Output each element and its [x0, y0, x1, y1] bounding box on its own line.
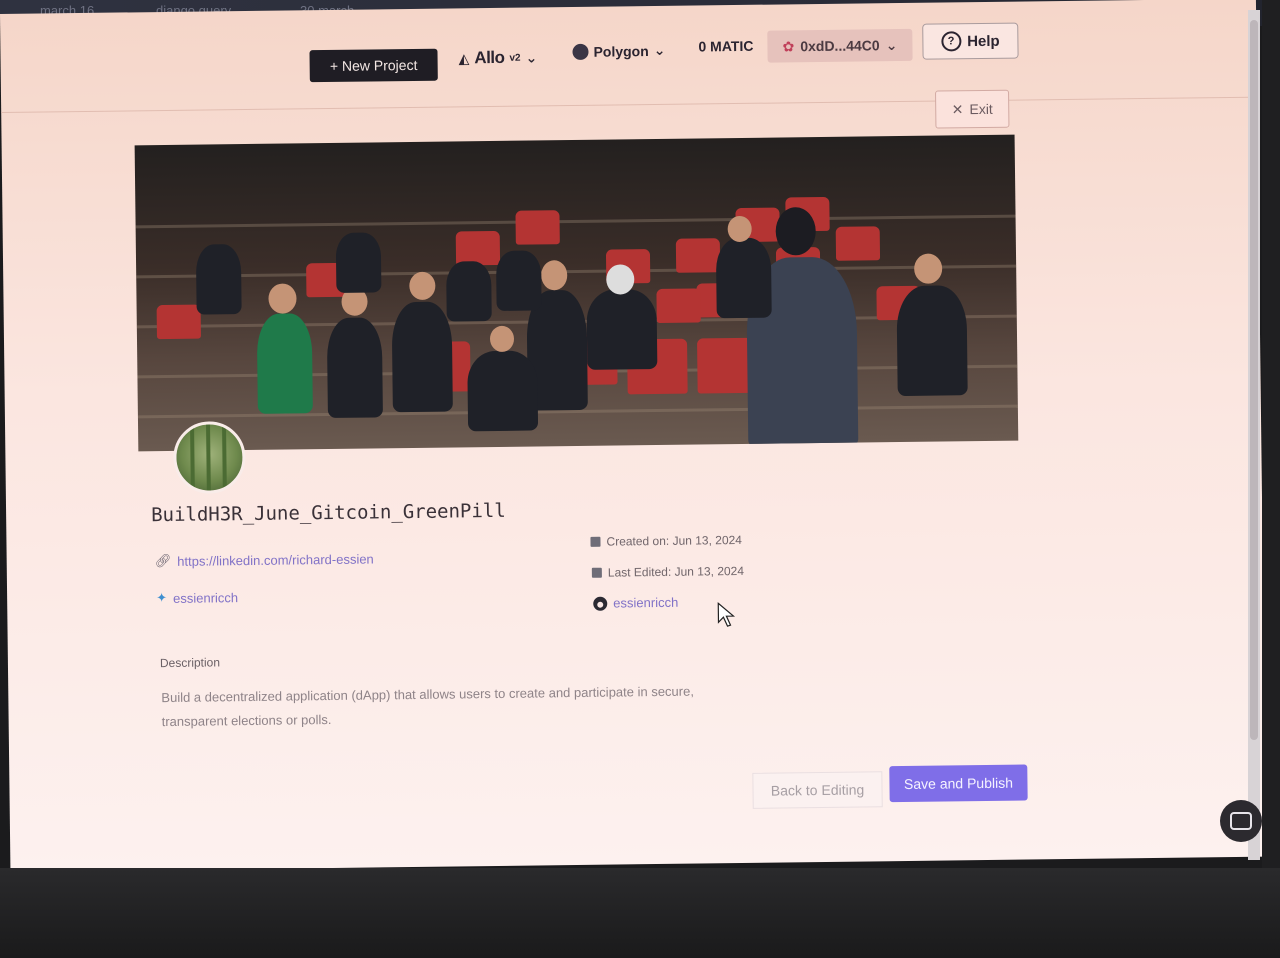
calendar-icon [590, 536, 601, 547]
exit-button[interactable]: ✕ Exit [935, 89, 1010, 129]
vertical-scrollbar[interactable] [1248, 10, 1260, 860]
edited-text: Last Edited: Jun 13, 2024 [607, 563, 745, 580]
twitter-icon: ✦ [156, 590, 168, 606]
back-label: Back to Editing [770, 781, 865, 799]
monitor-bezel-right [1262, 0, 1280, 880]
wallet-avatar-icon: ✿ [782, 37, 795, 54]
website-link[interactable]: 🔗︎ https://linkedin.com/richard-essien [155, 550, 374, 569]
back-to-editing-button[interactable]: Back to Editing [752, 771, 883, 809]
scrollbar-thumb[interactable] [1250, 20, 1258, 740]
polygon-icon [572, 43, 589, 60]
link-icon: 🔗︎ [154, 552, 172, 569]
edited-date: Last Edited: Jun 13, 2024 [591, 563, 745, 580]
calendar-icon [591, 567, 602, 578]
balance-label: 0 MATIC [698, 37, 754, 55]
help-icon: ? [941, 31, 962, 52]
network-dropdown[interactable]: Polygon ⌄ [572, 41, 666, 60]
allo-label: Allo [474, 47, 505, 68]
new-project-label: + New Project [329, 56, 418, 74]
help-button[interactable]: ? Help [922, 22, 1019, 60]
project-avatar [172, 421, 246, 494]
github-link[interactable]: essienricch [593, 595, 678, 611]
github-icon [593, 596, 608, 611]
save-and-publish-button[interactable]: Save and Publish [889, 764, 1028, 803]
project-banner-image [134, 134, 1019, 452]
exit-label: Exit [969, 100, 993, 118]
website-url: https://linkedin.com/richard-essien [177, 550, 374, 569]
network-label: Polygon [593, 42, 649, 60]
chat-widget-button[interactable] [1220, 800, 1262, 842]
created-date: Created on: Jun 13, 2024 [590, 533, 742, 549]
chevron-down-icon: ⌄ [525, 48, 538, 66]
created-text: Created on: Jun 13, 2024 [606, 532, 743, 549]
allo-logo-icon: ◭ [458, 49, 470, 66]
chat-icon [1230, 812, 1252, 830]
wallet-dropdown[interactable]: ✿ 0xdD...44C0 ⌄ [767, 28, 913, 63]
description-text: Build a decentralized application (dApp)… [161, 683, 695, 730]
chevron-down-icon: ⌄ [885, 36, 898, 53]
browser-viewport: + New Project ◭ Allo v2 ⌄ Polygon ⌄ 0 MA… [0, 0, 1267, 872]
publish-label: Save and Publish [903, 774, 1014, 793]
project-title: BuildH3R_June_Gitcoin_GreenPill [150, 499, 506, 527]
wallet-address: 0xdD...44C0 [800, 37, 880, 55]
header-divider [1, 96, 1252, 113]
mouse-cursor-icon [717, 601, 736, 633]
twitter-handle: essienricch [172, 589, 239, 606]
monitor-bezel-bottom [0, 868, 1280, 958]
allo-version: v2 [509, 52, 521, 64]
close-icon: ✕ [951, 100, 964, 117]
chevron-down-icon: ⌄ [653, 41, 666, 59]
new-project-button[interactable]: + New Project [309, 48, 438, 83]
allo-version-dropdown[interactable]: ◭ Allo v2 ⌄ [458, 47, 537, 68]
balance-display: 0 MATIC [698, 38, 753, 55]
twitter-link[interactable]: ✦ essienricch [156, 589, 238, 606]
github-handle: essienricch [613, 594, 679, 611]
help-label: Help [967, 32, 1000, 50]
description-label: Description [159, 655, 221, 671]
